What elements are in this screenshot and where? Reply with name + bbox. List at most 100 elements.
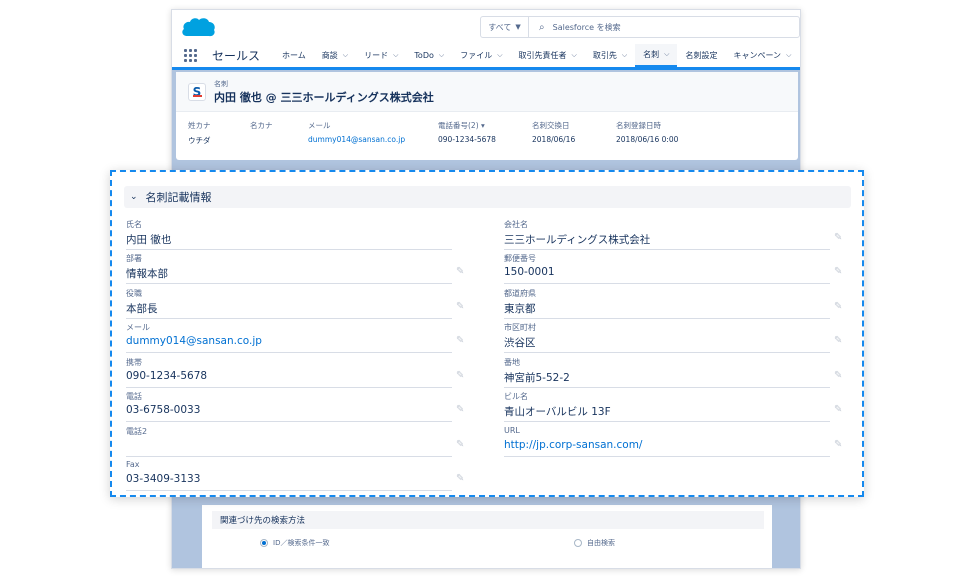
field-department: 部署 情報本部 ✎ xyxy=(126,253,464,284)
radio-option-id[interactable]: ID／検索条件一致 xyxy=(260,538,329,548)
field-value: 神宮前5-52-2 xyxy=(504,372,570,384)
email-link[interactable]: dummy014@sansan.co.jp xyxy=(126,335,262,347)
field-mobile: 携帯 090-1234-5678 ✎ xyxy=(126,357,464,388)
radio-option-free-label: 自由検索 xyxy=(587,539,615,547)
pencil-icon[interactable]: ✎ xyxy=(834,267,844,277)
chevron-down-icon[interactable]: ⌄ xyxy=(130,192,138,202)
highlight-field: 名刺交換日 2018/06/16 xyxy=(532,120,594,146)
chevron-down-icon[interactable]: ⌵ xyxy=(439,51,444,60)
chevron-down-icon[interactable]: ⌵ xyxy=(622,51,627,60)
nav-item-business-cards[interactable]: 名刺 ⌵ xyxy=(635,44,678,67)
field-value: 内田 徹也 xyxy=(126,234,172,246)
global-search[interactable]: すべて ▼ ⌕ Salesforce を検索 xyxy=(480,16,800,38)
nav-item-campaigns[interactable]: キャンペーン ⌵ xyxy=(725,44,799,67)
pencil-icon[interactable]: ✎ xyxy=(834,371,844,381)
pencil-icon[interactable]: ✎ xyxy=(834,233,844,243)
field-value: 渋谷区 xyxy=(504,337,536,349)
highlight-value: 2018/06/16 0:00 xyxy=(616,135,679,144)
section-header[interactable]: ⌄ 名刺記載情報 xyxy=(124,186,851,208)
highlight-field: 電話番号(2) ▾ 090-1234-5678 xyxy=(438,120,510,146)
chevron-down-icon[interactable]: ⌵ xyxy=(343,51,348,60)
field-label: 携帯 xyxy=(126,358,142,367)
record-type: 名刺 xyxy=(214,79,228,88)
related-search-card: 関連づけ先の検索方法 ID／検索条件一致 自由検索 xyxy=(202,505,772,568)
field-value: 本部長 xyxy=(126,303,158,315)
pencil-icon[interactable]: ✎ xyxy=(456,440,466,450)
nav-item-label: 取引先 xyxy=(592,51,617,60)
radio-option-id-label: ID／検索条件一致 xyxy=(273,539,330,547)
field-phone2: 電話2 ✎ xyxy=(126,426,464,457)
chevron-down-icon[interactable]: ⌵ xyxy=(393,51,398,60)
nav-item-label: 名刺 xyxy=(643,50,660,59)
search-icon: ⌕ xyxy=(539,21,545,33)
highlight-label: 姓カナ xyxy=(188,121,211,130)
record-type-icon: S xyxy=(188,82,206,101)
chevron-down-icon[interactable]: ⌵ xyxy=(572,51,577,60)
field-value: 03-6758-0033 xyxy=(126,404,201,416)
nav-item-contacts[interactable]: 取引先責任者 ⌵ xyxy=(511,44,585,67)
field-value: 03-3409-3133 xyxy=(126,473,201,485)
nav-item-files[interactable]: ファイル ⌵ xyxy=(452,44,510,67)
record-name: 内田 徹也 @ 三三ホールディングス株式会社 xyxy=(214,90,434,104)
field-label: 氏名 xyxy=(126,220,142,229)
field-url: URL http://jp.corp-sansan.com/ ✎ xyxy=(504,426,842,457)
highlight-field: 名刺登録日時 2018/06/16 0:00 xyxy=(616,120,696,146)
field-label: 市区町村 xyxy=(504,323,536,332)
pencil-icon[interactable]: ✎ xyxy=(834,302,844,312)
nav-item-label: 取引先責任者 xyxy=(518,51,567,60)
nav-item-home[interactable]: ホーム xyxy=(274,44,314,67)
nav-item-leads[interactable]: リード ⌵ xyxy=(356,44,406,67)
radio-option-free[interactable]: 自由検索 xyxy=(574,538,615,548)
caret-down-icon: ▼ xyxy=(515,23,521,31)
chevron-down-icon[interactable]: ⌵ xyxy=(664,50,669,59)
nav-item-label: 名刺設定 xyxy=(685,51,718,60)
nav-item-label: ファイル xyxy=(460,51,493,60)
search-scope-select[interactable]: すべて ▼ xyxy=(481,17,529,37)
field-title: 役職 本部長 ✎ xyxy=(126,288,464,319)
highlight-email-link[interactable]: dummy014@sansan.co.jp xyxy=(308,135,416,144)
nav-item-opportunities[interactable]: 商談 ⌵ xyxy=(314,44,356,67)
highlight-value: ウチダ xyxy=(188,136,211,145)
card-details-panel: ⌄ 名刺記載情報 氏名 内田 徹也 部署 情報本部 ✎ 役職 本部長 ✎ メール… xyxy=(110,170,864,497)
nav-item-label: リード xyxy=(364,51,389,60)
highlight-label: メール xyxy=(308,121,331,130)
pencil-icon[interactable]: ✎ xyxy=(456,302,466,312)
highlight-value: 2018/06/16 xyxy=(532,135,576,144)
nav-item-label: 商談 xyxy=(321,51,338,60)
salesforce-cloud-icon[interactable] xyxy=(180,14,216,40)
field-label: メール xyxy=(126,323,150,332)
pencil-icon[interactable]: ✎ xyxy=(834,336,844,346)
pencil-icon[interactable]: ✎ xyxy=(456,371,466,381)
pencil-icon[interactable]: ✎ xyxy=(456,405,466,415)
field-label: 電話2 xyxy=(126,427,148,436)
pencil-icon[interactable]: ✎ xyxy=(456,336,466,346)
app-launcher-icon[interactable] xyxy=(184,48,198,63)
pencil-icon[interactable]: ✎ xyxy=(834,440,844,450)
nav-item-accounts[interactable]: 取引先 ⌵ xyxy=(585,44,635,67)
nav-item-todo[interactable]: ToDo ⌵ xyxy=(406,44,452,67)
highlight-label-phone-selector[interactable]: 電話番号(2) ▾ xyxy=(438,120,510,131)
global-header: すべて ▼ ⌕ Salesforce を検索 xyxy=(172,10,800,44)
navigation-bar: セールス ホーム 商談 ⌵ リード ⌵ ToDo ⌵ ファイル ⌵ 取引先責任者 ⌵ 取引… xyxy=(172,44,800,70)
field-company: 会社名 三三ホールディングス株式会社 ✎ xyxy=(504,219,842,250)
chevron-down-icon[interactable]: ⌵ xyxy=(786,51,791,60)
chevron-down-icon[interactable]: ⌵ xyxy=(497,51,502,60)
field-label: 都道府県 xyxy=(504,289,536,298)
radio-selected-icon[interactable] xyxy=(260,539,268,547)
field-label: Fax xyxy=(126,460,140,469)
field-label: URL xyxy=(504,426,520,435)
radio-unselected-icon[interactable] xyxy=(574,539,582,547)
field-label: ビル名 xyxy=(504,392,528,401)
highlight-value: 090-1234-5678 xyxy=(438,135,496,144)
nav-item-card-settings[interactable]: 名刺設定 xyxy=(677,44,725,67)
search-input[interactable]: Salesforce を検索 xyxy=(553,22,621,33)
pencil-icon[interactable]: ✎ xyxy=(456,474,466,484)
pencil-icon[interactable]: ✎ xyxy=(834,405,844,415)
field-label: 会社名 xyxy=(504,220,528,229)
pencil-icon[interactable]: ✎ xyxy=(456,267,466,277)
nav-item-label: キャンペーン xyxy=(733,51,782,60)
related-search-title: 関連づけ先の検索方法 xyxy=(212,511,764,529)
url-link[interactable]: http://jp.corp-sansan.com/ xyxy=(504,439,642,451)
highlight-field: 名カナ xyxy=(250,120,286,146)
field-value: 情報本部 xyxy=(126,268,168,280)
